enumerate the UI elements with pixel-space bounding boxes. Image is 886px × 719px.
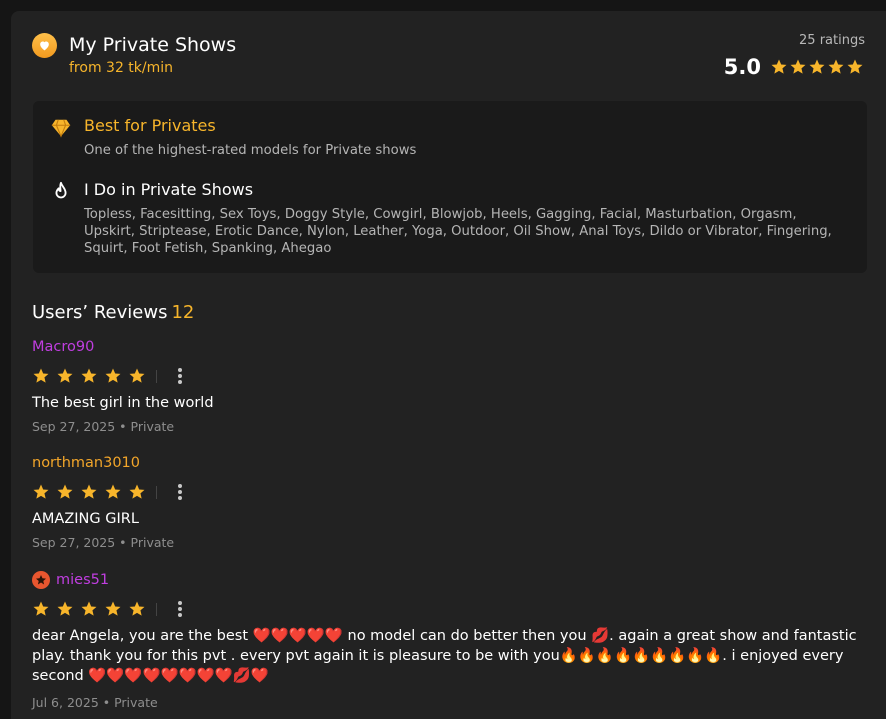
star-icon — [128, 600, 152, 618]
feature-title-services: I Do in Private Shows — [84, 180, 254, 199]
divider — [156, 602, 157, 616]
star-icon — [56, 483, 80, 501]
review-meta: Jul 6, 2025 • Private — [32, 695, 158, 710]
star-icon — [80, 600, 104, 618]
private-shows-card: My Private Shows from 32 tk/min 25 ratin… — [11, 11, 886, 719]
star-icon — [128, 367, 152, 385]
star-icon — [789, 58, 808, 76]
star-icon — [128, 483, 152, 501]
heart-icon — [32, 33, 57, 58]
features-panel: Best for Privates One of the highest-rat… — [33, 101, 867, 273]
review-username[interactable]: Macro90 — [32, 337, 94, 357]
review-stars — [32, 367, 152, 385]
reviews-heading: Users’ Reviews 12 — [32, 301, 194, 325]
rating-score: 5.0 — [723, 55, 761, 79]
review-text: The best girl in the world — [32, 395, 214, 411]
ratings-count: 25 ratings — [799, 33, 865, 48]
review-stars — [32, 483, 152, 501]
feature-text-services: Topless, Facesitting, Sex Toys, Doggy St… — [84, 207, 832, 256]
divider — [156, 369, 157, 383]
star-icon — [770, 58, 789, 76]
reviews-count: 12 — [171, 302, 195, 323]
review-meta: Sep 27, 2025 • Private — [32, 535, 175, 550]
review-text: dear Angela, you are the best ❤️❤️❤️❤️❤️… — [32, 628, 857, 684]
review-stars — [32, 600, 152, 618]
page-title: My Private Shows — [69, 34, 237, 56]
more-options-icon[interactable] — [175, 599, 185, 619]
review-rating-row — [32, 599, 185, 619]
review-rating-row — [32, 366, 185, 386]
divider — [156, 485, 157, 499]
more-options-icon[interactable] — [175, 366, 185, 386]
review-rating-row — [32, 482, 185, 502]
overall-rating: 5.0 — [724, 54, 865, 80]
review-meta: Sep 27, 2025 • Private — [32, 419, 175, 434]
star-icon — [80, 367, 104, 385]
star-icon — [827, 58, 846, 76]
more-options-icon[interactable] — [175, 482, 185, 502]
review-item: northman3010 AMAZING GIRL Sep 27, 2025 •… — [32, 453, 872, 553]
star-icon — [56, 600, 80, 618]
star-icon — [80, 483, 104, 501]
review-user-row: Macro90 — [32, 337, 94, 357]
price-label: from 32 tk/min — [69, 60, 174, 76]
private-shows-header: My Private Shows from 32 tk/min 25 ratin… — [32, 32, 865, 92]
review-item: Macro90 The best girl in the world Sep 2… — [32, 337, 872, 437]
star-icon — [32, 367, 56, 385]
review-user-row: northman3010 — [32, 453, 140, 473]
star-icon — [104, 483, 128, 501]
star-icon — [56, 367, 80, 385]
star-icon — [32, 600, 56, 618]
review-username[interactable]: northman3010 — [32, 453, 140, 473]
star-badge-icon — [32, 571, 50, 589]
feature-title-best: Best for Privates — [84, 116, 216, 135]
reviews-heading-label: Users’ Reviews — [32, 302, 168, 323]
star-icon — [104, 600, 128, 618]
feature-text-best: One of the highest-rated models for Priv… — [84, 143, 417, 158]
review-user-row: mies51 — [32, 570, 109, 590]
star-icon — [846, 58, 865, 76]
review-text: AMAZING GIRL — [32, 511, 139, 527]
star-icon — [808, 58, 827, 76]
review-item: mies51 dear Angela, you are the best ❤️❤… — [32, 570, 872, 715]
star-icon — [104, 367, 128, 385]
review-username[interactable]: mies51 — [56, 570, 109, 590]
diamond-icon — [50, 117, 72, 139]
flame-icon — [50, 181, 72, 203]
rating-stars — [770, 58, 865, 76]
star-icon — [32, 483, 56, 501]
